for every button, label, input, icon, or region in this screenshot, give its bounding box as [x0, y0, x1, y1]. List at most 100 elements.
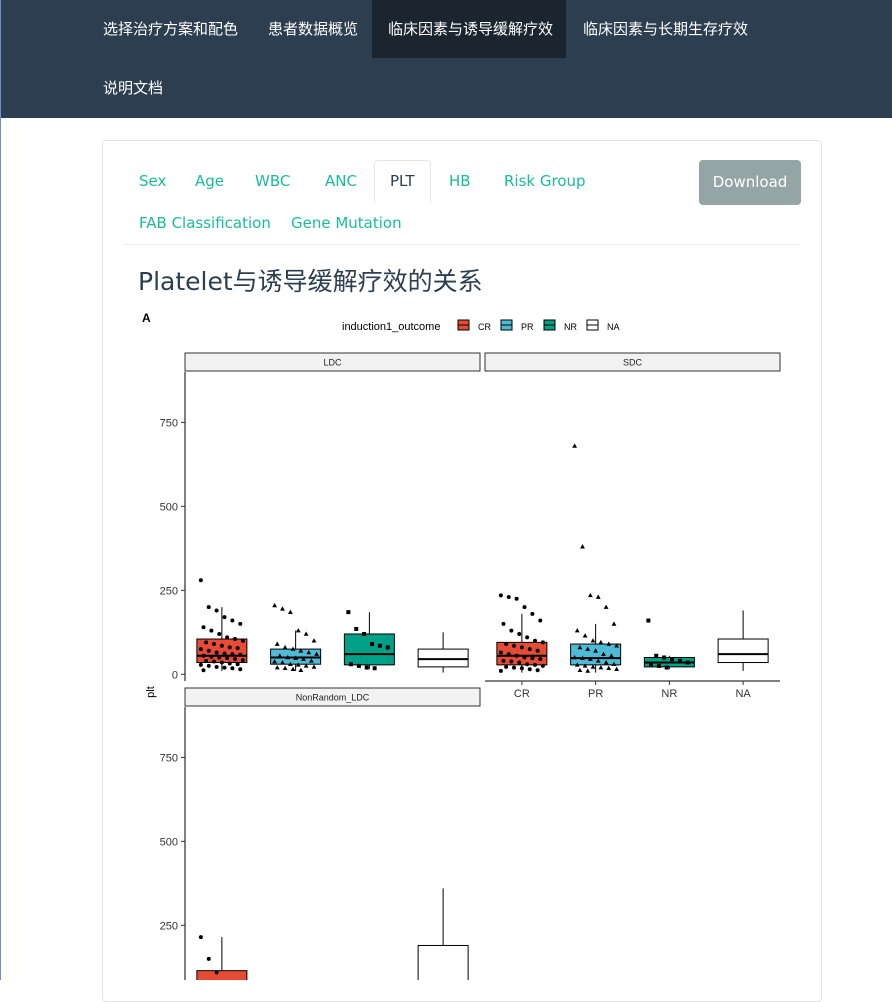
point-sdc-cr — [522, 655, 527, 660]
point-sdc-cr — [533, 662, 537, 667]
point-sdc-cr — [501, 621, 506, 626]
point-sdc-pr — [585, 668, 591, 673]
point-ldc-pr — [311, 638, 317, 643]
y-tick-label-nonrandom-ldc-500: 500 — [160, 836, 178, 848]
point-sdc-pr — [598, 665, 604, 670]
y-tick-label-ldc-500: 500 — [160, 501, 178, 513]
point-sdc-cr — [498, 650, 503, 655]
point-ldc-nr — [346, 610, 351, 615]
box-nonrandom-ldc-na — [417, 944, 469, 980]
point-ldc-pr — [274, 641, 280, 646]
point-ldc-cr — [201, 625, 206, 630]
y-tick-label-ldc-750: 750 — [160, 417, 178, 429]
point-sdc-nr — [649, 662, 653, 667]
point-sdc-cr — [525, 662, 530, 667]
point-ldc-nr — [377, 643, 382, 648]
legend-title: induction1_outcome — [342, 321, 440, 333]
point-ldc-cr — [238, 621, 243, 626]
point-ldc-nr — [356, 663, 361, 668]
point-sdc-nr — [654, 653, 659, 658]
point-sdc-cr — [530, 656, 535, 661]
point-sdc-cr — [498, 668, 503, 673]
box-sdc-na — [717, 638, 769, 664]
point-sdc-nr — [677, 658, 682, 663]
point-ldc-pr — [287, 609, 293, 614]
point-ldc-cr — [235, 662, 240, 667]
boxplot-chart: Ainduction1_outcome CR PR NR NA plt LDC 0 250 500… — [142, 311, 781, 980]
point-ldc-cr — [222, 665, 227, 670]
point-ldc-cr — [204, 640, 209, 645]
point-sdc-cr — [540, 640, 545, 645]
point-sdc-cr — [501, 658, 506, 663]
point-ldc-pr — [298, 667, 304, 673]
point-ldc-pr — [274, 665, 280, 670]
point-sdc-cr — [498, 593, 503, 598]
point-sdc-pr — [614, 666, 620, 672]
point-sdc-cr — [504, 664, 509, 669]
point-ldc-nr — [385, 645, 390, 650]
point-sdc-cr — [512, 643, 516, 648]
point-ldc-cr — [201, 653, 206, 658]
point-ldc-cr — [209, 654, 214, 659]
y-tick-label-nonrandom-ldc-750: 750 — [160, 752, 178, 764]
point-ldc-pr — [282, 644, 288, 650]
point-ldc-cr — [201, 668, 206, 673]
point-ldc-cr — [198, 662, 203, 667]
point-ldc-cr — [217, 655, 222, 660]
point-ldc-nr — [370, 642, 374, 647]
x-tick-label-sdc-na: NA — [735, 688, 751, 700]
x-tick-label-sdc-cr: CR — [514, 688, 530, 700]
y-tick-label-ldc-0: 0 — [172, 669, 178, 681]
point-sdc-cr — [504, 642, 509, 647]
x-tick-label-sdc-nr: NR — [661, 688, 677, 700]
point-ldc-cr — [233, 637, 237, 642]
point-sdc-nr — [656, 663, 661, 668]
point-sdc-nr — [646, 618, 651, 623]
point-sdc-nr — [685, 660, 690, 665]
point-ldc-pr — [280, 606, 285, 611]
point-ldc-cr — [230, 652, 235, 657]
point-sdc-cr — [506, 595, 511, 600]
facet-label-nonrandom-ldc: NonRandom_LDC — [296, 693, 370, 703]
facet-label-ldc: LDC — [323, 358, 342, 368]
point-ldc-cr — [227, 661, 232, 666]
point-sdc-pr — [572, 443, 578, 448]
legend-label-na: NA — [607, 322, 620, 332]
point-ldc-pr — [311, 664, 317, 669]
point-sdc-cr — [514, 653, 519, 658]
point-sdc-cr — [514, 596, 519, 601]
point-sdc-pr — [590, 638, 596, 643]
point-ldc-cr — [214, 608, 219, 613]
point-ldc-cr — [240, 658, 245, 663]
point-ldc-cr — [219, 643, 224, 648]
point-sdc-pr — [574, 628, 580, 633]
point-ldc-cr — [222, 615, 227, 620]
facet-label-sdc: SDC — [623, 358, 643, 368]
point-ldc-cr — [230, 666, 235, 671]
point-nonrandom-ldc-cr — [206, 956, 211, 961]
y-tick-label-ldc-250: 250 — [160, 585, 178, 597]
point-ldc-cr — [238, 652, 243, 657]
box-ldc-nr — [343, 633, 395, 666]
point-sdc-cr — [533, 638, 537, 643]
point-ldc-cr — [204, 658, 209, 663]
point-ldc-nr — [349, 662, 353, 667]
y-axis-title: plt — [145, 686, 157, 698]
point-ldc-cr — [217, 631, 222, 636]
point-sdc-cr — [522, 605, 527, 610]
point-ldc-cr — [227, 645, 232, 650]
point-nonrandom-ldc-cr — [198, 935, 203, 940]
point-sdc-cr — [509, 628, 514, 633]
point-sdc-cr — [535, 648, 540, 653]
point-sdc-cr — [538, 657, 543, 662]
point-ldc-cr — [230, 618, 235, 623]
point-ldc-cr — [206, 605, 211, 610]
point-sdc-pr — [595, 594, 601, 599]
point-sdc-pr — [580, 544, 585, 549]
point-ldc-cr — [209, 628, 214, 633]
point-sdc-cr — [527, 647, 532, 652]
point-ldc-nr — [362, 631, 367, 636]
point-sdc-nr — [664, 665, 669, 670]
point-ldc-cr — [198, 647, 203, 652]
point-sdc-pr — [603, 604, 609, 609]
